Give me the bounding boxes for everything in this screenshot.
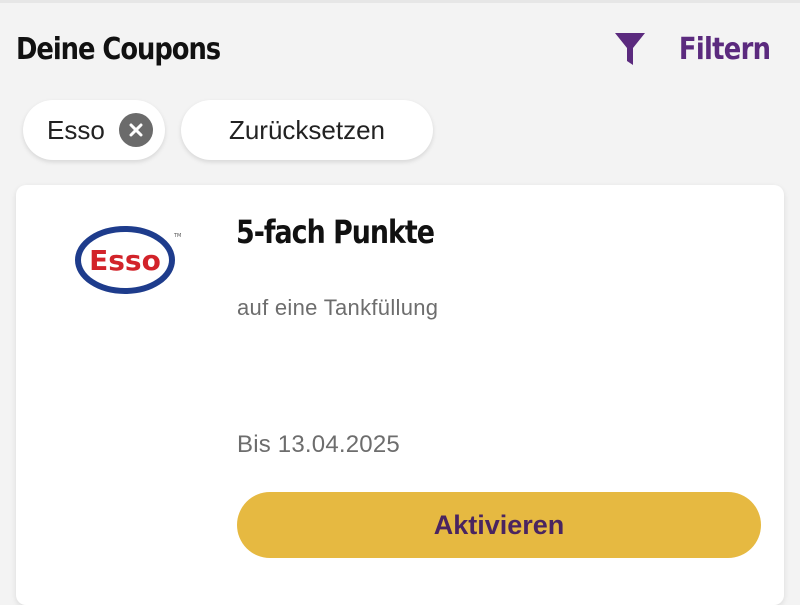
page-title: Deine Coupons	[16, 31, 221, 67]
close-circle-icon[interactable]	[119, 113, 153, 147]
chip-esso-label: Esso	[47, 114, 105, 145]
esso-logo: Esso TM	[74, 225, 184, 297]
filter-label: Filtern	[678, 31, 771, 67]
coupon-title: 5-fach Punkte	[236, 213, 435, 251]
activate-button[interactable]: Aktivieren	[237, 492, 761, 558]
filter-button[interactable]: Filtern	[614, 31, 771, 67]
chip-esso[interactable]: Esso	[23, 100, 165, 160]
page-header: Deine Coupons Filtern	[16, 22, 776, 76]
funnel-icon	[614, 32, 646, 66]
reset-label: Zurücksetzen	[228, 114, 386, 145]
svg-text:TM: TM	[173, 233, 181, 239]
filter-chips: Esso Zurücksetzen	[23, 100, 433, 160]
coupon-subtitle: auf eine Tankfüllung	[237, 295, 439, 320]
coupon-validity: Bis 13.04.2025	[237, 431, 400, 458]
coupon-card[interactable]: Esso TM 5-fach Punkte auf eine Tankfüllu…	[16, 185, 784, 605]
reset-chip[interactable]: Zurücksetzen	[181, 100, 433, 160]
top-divider	[0, 0, 800, 3]
esso-logo-text: Esso	[89, 244, 161, 277]
